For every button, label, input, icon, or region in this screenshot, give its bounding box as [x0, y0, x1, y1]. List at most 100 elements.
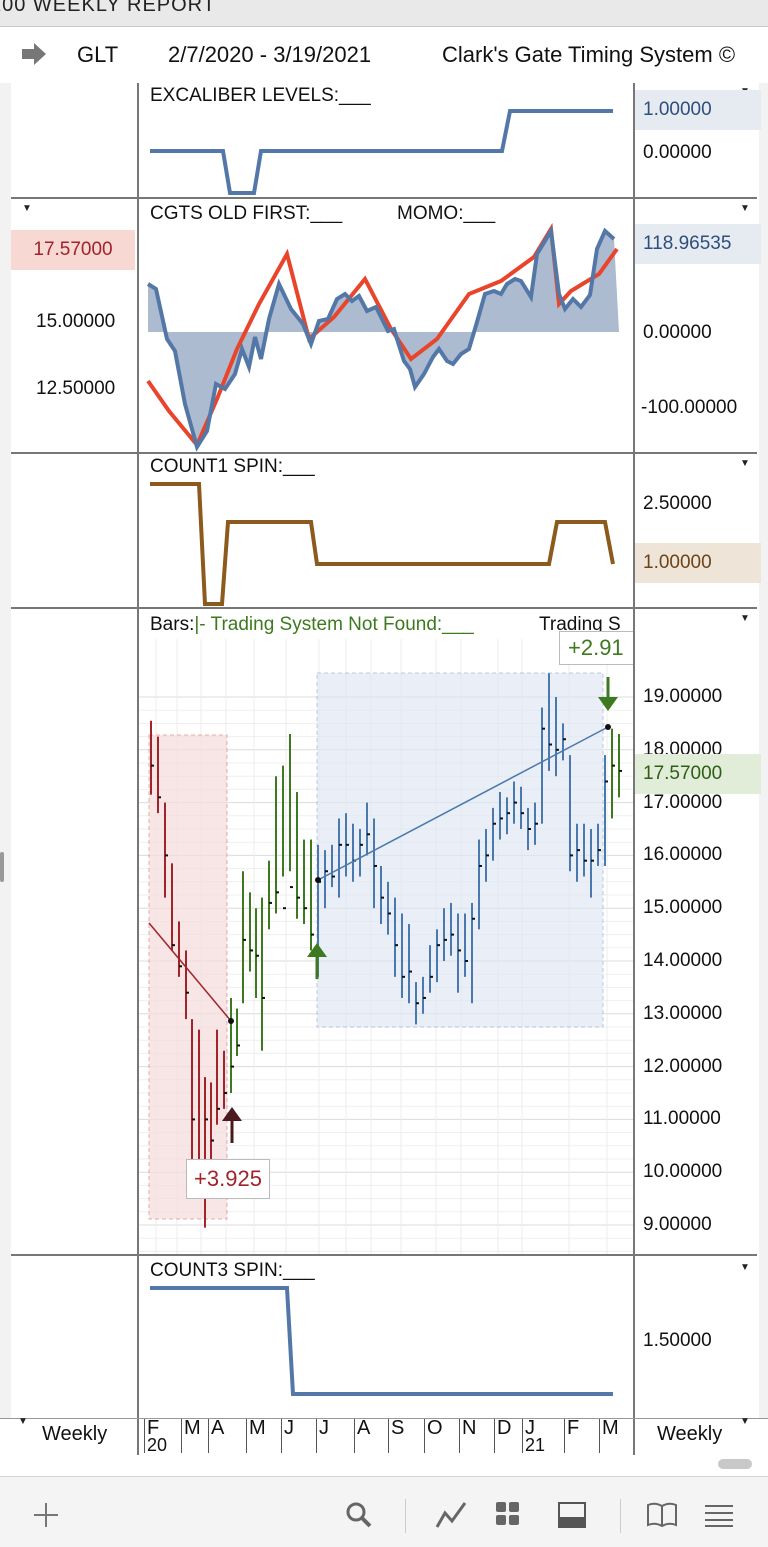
excaliber-plot: [150, 109, 613, 195]
book-icon[interactable]: [645, 1501, 679, 1529]
price-axis-label: 17.00000: [643, 791, 723, 813]
count1-panel: COUNT1 SPIN:___: [139, 454, 633, 607]
cgts-plot: [146, 222, 619, 452]
value-text: 118.96535: [643, 233, 732, 254]
symbol-label[interactable]: GLT: [77, 42, 118, 68]
month-tick: [354, 1419, 355, 1453]
count3-plot: [150, 1286, 613, 1396]
price-axis-label: 9.00000: [643, 1214, 712, 1235]
price-axis-label: 12.00000: [643, 1055, 723, 1077]
year-label: 21: [525, 1435, 546, 1455]
cgts-left-value: 17.57000: [11, 230, 135, 270]
month-tick: [564, 1419, 565, 1453]
count1-current-value: 1.00000: [635, 543, 761, 583]
menu-icon[interactable]: [704, 1503, 734, 1527]
month-tick: [316, 1419, 317, 1453]
panel-menu-icon[interactable]: ▼: [740, 613, 750, 624]
month-tick: [181, 1419, 182, 1453]
axis-tick-label: 15.00000: [36, 311, 116, 332]
loss-label: +3.925: [186, 1159, 270, 1199]
price-axis-label: 19.00000: [643, 686, 723, 707]
count3-line: [150, 1286, 613, 1396]
date-range: 2/7/2020 - 3/19/2021: [168, 42, 372, 67]
month-label: J: [284, 1417, 294, 1439]
axis-tick-label: 0.00000: [643, 142, 712, 163]
chart-header: GLT 2/7/2020 - 3/19/2021 Clark's Gate Ti…: [0, 27, 768, 83]
panel-menu-icon[interactable]: ▼: [740, 458, 750, 469]
search-icon[interactable]: [345, 1501, 373, 1529]
count1-line: [150, 482, 615, 606]
label-text: +3.925: [194, 1166, 262, 1191]
excaliber-current-value: 1.00000: [635, 90, 761, 130]
bottom-toolbar: [0, 1476, 768, 1547]
month-tick: [494, 1419, 495, 1453]
bars-plot: [139, 639, 633, 1254]
window-title-bar: 100 WEEKLY REPORT: [0, 0, 768, 27]
month-tick: [144, 1419, 145, 1453]
left-axis-column: [11, 83, 139, 1418]
bars-panel: Bars:|- Trading System Not Found:___ Tra…: [139, 609, 633, 1254]
month-tick: [459, 1419, 460, 1453]
window-title: 100 WEEKLY REPORT: [0, 0, 216, 16]
month-tick: [246, 1419, 247, 1453]
price-axis-label: 13.00000: [643, 1002, 723, 1024]
axis-tick-label: -100.00000: [641, 397, 738, 418]
toolbar-divider: [620, 1499, 621, 1533]
period-selector-left[interactable]: Weekly: [42, 1423, 107, 1446]
loss-trade-zone: [148, 734, 228, 1220]
month-tick: [388, 1419, 389, 1453]
exit-marker: [605, 724, 611, 730]
axis-tick-label: 12.50000: [36, 378, 116, 399]
month-label: N: [462, 1417, 477, 1439]
period-menu-icon[interactable]: ▼: [18, 1416, 28, 1427]
splitter-handle[interactable]: [0, 852, 4, 882]
month-tick: [599, 1419, 600, 1453]
month-label: A: [357, 1417, 371, 1439]
excaliber-panel: EXCALIBER LEVELS:___: [139, 83, 633, 197]
period-menu-icon[interactable]: ▼: [740, 1416, 750, 1427]
cgts-right-value: 118.96535: [635, 224, 761, 264]
price-axis-label: 15.00000: [643, 897, 723, 919]
month-label: O: [427, 1417, 443, 1439]
period-selector-right[interactable]: Weekly: [657, 1423, 722, 1446]
grid-icon[interactable]: [495, 1501, 521, 1527]
month-label: M: [184, 1417, 201, 1439]
value-text: 17.57000: [643, 763, 723, 784]
panel-menu-icon[interactable]: ▼: [740, 1262, 750, 1273]
value-text: 17.57000: [33, 239, 113, 260]
axis-tick-label: 2.50000: [643, 493, 712, 514]
value-text: 1.00000: [643, 552, 712, 573]
bars-title-part: Bars:: [150, 614, 195, 635]
value-text: 1.00000: [643, 99, 712, 120]
cgts-panel: CGTS OLD FIRST:___ MOMO:___: [139, 199, 633, 452]
price-axis-label: 16.00000: [643, 844, 723, 866]
excaliber-line: [150, 109, 613, 195]
line-chart-icon[interactable]: [435, 1499, 467, 1531]
price-axis-label: 10.00000: [643, 1161, 723, 1183]
month-label: J: [319, 1417, 329, 1439]
count1-plot: [150, 482, 615, 606]
entry-marker: [228, 1018, 234, 1024]
horizontal-scrollbar[interactable]: [718, 1459, 752, 1469]
year-label: 20: [147, 1435, 168, 1455]
cgts-fill-area: [148, 231, 619, 447]
window-icon[interactable]: [557, 1501, 587, 1529]
month-label: F: [567, 1417, 580, 1439]
panel-menu-icon[interactable]: ▼: [740, 203, 750, 214]
system-name: Clark's Gate Timing System ©: [442, 42, 736, 67]
axis-tick-label: 0.00000: [643, 322, 712, 343]
month-label: S: [391, 1417, 405, 1439]
label-text: +2.91: [568, 635, 624, 660]
panel-menu-icon[interactable]: ▼: [22, 203, 32, 214]
price-axis-label: 11.00000: [643, 1108, 721, 1130]
month-tick: [281, 1419, 282, 1453]
count3-panel: COUNT3 SPIN:___: [139, 1256, 633, 1418]
month-tick: [208, 1419, 209, 1453]
bars-current-value: 17.57000: [635, 754, 761, 794]
time-axis-row: ▼ Weekly ▼ Weekly F M A M J J A S O N D J F M 20 21: [0, 1416, 768, 1455]
forward-arrow-icon[interactable]: [20, 41, 48, 67]
month-axis: F M A M J J A S O N D J F M 20 21: [139, 1417, 633, 1455]
month-label: A: [211, 1417, 225, 1439]
plus-icon[interactable]: [32, 1501, 60, 1529]
month-label: M: [249, 1417, 266, 1439]
